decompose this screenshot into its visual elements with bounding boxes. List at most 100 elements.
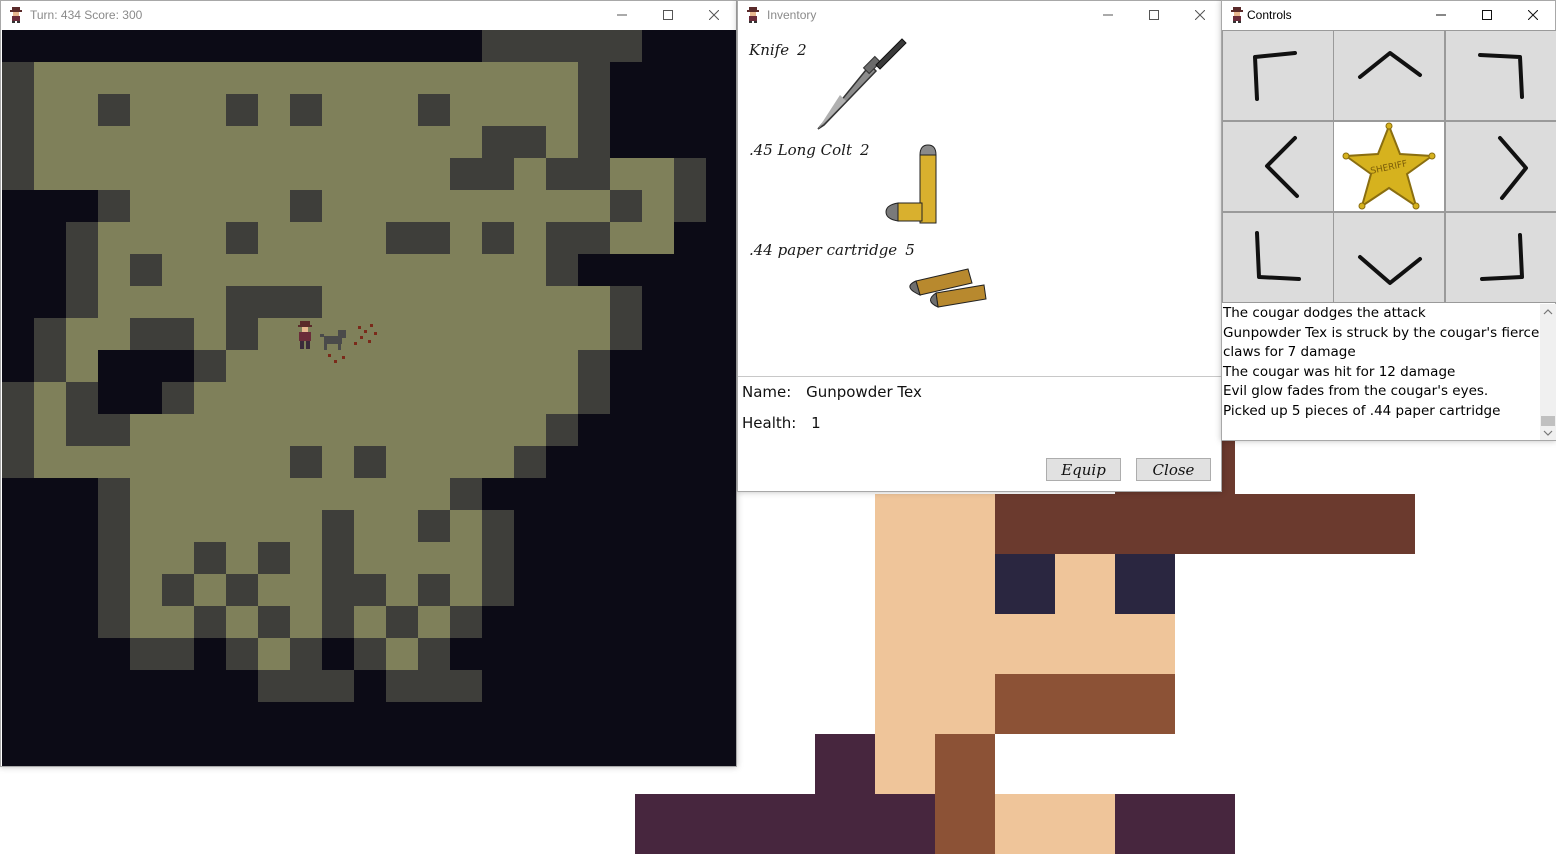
inventory-divider — [738, 376, 1221, 377]
floor-tile — [482, 94, 514, 126]
move-down-left-button[interactable] — [1223, 213, 1333, 302]
floor-tile — [290, 382, 322, 414]
maximize-button[interactable] — [1131, 1, 1177, 30]
floor-tile — [386, 126, 418, 158]
floor-tile — [258, 126, 290, 158]
minimize-button[interactable] — [599, 1, 645, 30]
floor-tile — [322, 478, 354, 510]
wall-tile — [482, 542, 514, 574]
wall-tile — [2, 382, 34, 414]
floor-tile — [66, 94, 98, 126]
move-left-button[interactable] — [1223, 122, 1333, 211]
floor-tile — [226, 350, 258, 382]
wall-tile — [162, 382, 194, 414]
floor-tile — [514, 318, 546, 350]
minimize-button[interactable] — [1418, 1, 1464, 30]
floor-tile — [450, 510, 482, 542]
floor-tile — [98, 222, 130, 254]
move-up-button[interactable] — [1334, 31, 1444, 120]
scroll-thumb[interactable] — [1541, 416, 1555, 426]
minimize-button[interactable] — [1085, 1, 1131, 30]
floor-tile — [98, 286, 130, 318]
floor-tile — [546, 190, 578, 222]
floor-tile — [514, 94, 546, 126]
floor-tile — [130, 222, 162, 254]
equip-button[interactable]: Equip — [1046, 458, 1121, 481]
floor-tile — [258, 574, 290, 606]
floor-tile — [66, 446, 98, 478]
floor-tile — [66, 62, 98, 94]
bullet-icon[interactable] — [884, 141, 954, 227]
wall-tile — [418, 94, 450, 126]
wall-tile — [578, 382, 610, 414]
floor-tile — [290, 254, 322, 286]
floor-tile — [258, 190, 290, 222]
close-inventory-button[interactable]: Close — [1136, 458, 1211, 481]
floor-tile — [194, 382, 226, 414]
floor-tile — [482, 190, 514, 222]
wall-tile — [482, 158, 514, 190]
close-button[interactable] — [1177, 1, 1223, 30]
close-button[interactable] — [1510, 1, 1556, 30]
wall-tile — [354, 574, 386, 606]
wall-tile — [418, 670, 450, 702]
move-up-left-button[interactable] — [1223, 31, 1333, 120]
floor-tile — [418, 286, 450, 318]
wall-tile — [482, 30, 514, 62]
floor-tile — [226, 158, 258, 190]
move-down-button[interactable] — [1334, 213, 1444, 302]
floor-tile — [162, 94, 194, 126]
floor-tile — [418, 126, 450, 158]
floor-tile — [130, 478, 162, 510]
wait-sheriff-button[interactable]: SHERIFF — [1334, 122, 1444, 211]
floor-tile — [258, 62, 290, 94]
down-arrow-icon — [1358, 255, 1422, 285]
wall-tile — [226, 574, 258, 606]
floor-tile — [194, 126, 226, 158]
dungeon-map[interactable] — [2, 30, 736, 766]
floor-tile — [642, 222, 674, 254]
floor-tile — [130, 446, 162, 478]
knife-icon[interactable] — [810, 35, 910, 133]
inventory-item-45-long-colt[interactable]: .45 Long Colt 2 — [749, 141, 870, 159]
inventory-item-knife[interactable]: Knife 2 — [749, 41, 807, 59]
maximize-button[interactable] — [1464, 1, 1510, 30]
wall-tile — [450, 158, 482, 190]
floor-tile — [66, 350, 98, 382]
floor-tile — [322, 286, 354, 318]
floor-tile — [418, 414, 450, 446]
floor-tile — [546, 94, 578, 126]
wall-tile — [482, 222, 514, 254]
floor-tile — [34, 126, 66, 158]
floor-tile — [130, 94, 162, 126]
wall-tile — [418, 638, 450, 670]
wall-tile — [610, 190, 642, 222]
move-up-right-button[interactable] — [1446, 31, 1556, 120]
scroll-up-icon[interactable] — [1543, 308, 1553, 316]
floor-tile — [642, 158, 674, 190]
log-line: Picked up 5 pieces of .44 paper cartridg… — [1223, 402, 1501, 419]
floor-tile — [418, 254, 450, 286]
paper-cartridge-icon[interactable] — [898, 263, 990, 311]
wall-tile — [98, 574, 130, 606]
controls-titlebar: Controls — [1222, 1, 1555, 30]
floor-tile — [290, 478, 322, 510]
maximize-button[interactable] — [645, 1, 691, 30]
scroll-down-icon[interactable] — [1543, 429, 1553, 437]
floor-tile — [162, 478, 194, 510]
move-down-right-button[interactable] — [1446, 213, 1556, 302]
floor-tile — [482, 286, 514, 318]
floor-tile — [130, 126, 162, 158]
wall-tile — [2, 94, 34, 126]
floor-tile — [386, 574, 418, 606]
close-button[interactable] — [691, 1, 737, 30]
floor-tile — [354, 318, 386, 350]
floor-tile — [450, 446, 482, 478]
floor-tile — [34, 382, 66, 414]
floor-tile — [258, 414, 290, 446]
log-scrollbar[interactable] — [1540, 304, 1556, 440]
floor-tile — [290, 158, 322, 190]
move-right-button[interactable] — [1446, 122, 1556, 211]
inventory-item-44-paper-cartridge[interactable]: .44 paper cartridge 5 — [749, 241, 915, 259]
wall-tile — [386, 222, 418, 254]
